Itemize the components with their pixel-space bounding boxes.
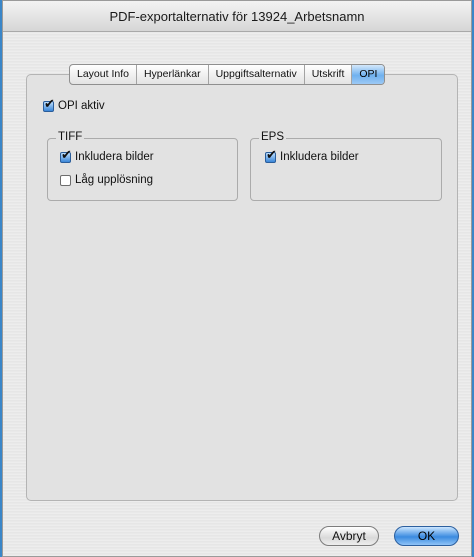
tiff-legend: TIFF <box>56 131 85 143</box>
tab-hyperlinks[interactable]: Hyperlänkar <box>137 65 209 84</box>
checkbox-unchecked-icon[interactable] <box>60 174 71 186</box>
tiff-low-res-checkbox[interactable]: Låg upplösning <box>60 174 153 186</box>
opi-active-checkbox[interactable]: ✔ OPI aktiv <box>43 97 105 112</box>
checkbox-checked-icon[interactable]: ✔ <box>43 97 55 112</box>
tiff-low-res-label: Låg upplösning <box>75 174 154 186</box>
tiff-include-images-checkbox[interactable]: ✔ Inkludera bilder <box>60 148 154 163</box>
cancel-button[interactable]: Avbryt <box>319 526 379 546</box>
window-title: PDF-exportalternativ för 13924_Arbetsnam… <box>3 1 471 32</box>
tab-layout-info[interactable]: Layout Info <box>70 65 137 84</box>
tiff-include-images-label: Inkludera bilder <box>75 151 154 163</box>
eps-include-images-label: Inkludera bilder <box>280 151 359 163</box>
tab-opi[interactable]: OPI <box>352 65 385 84</box>
checkbox-checked-icon[interactable]: ✔ <box>60 148 72 163</box>
eps-legend: EPS <box>259 131 287 143</box>
eps-group: EPS <box>250 131 442 201</box>
tab-job-options[interactable]: Uppgiftsalternativ <box>209 65 305 84</box>
export-dialog-window: PDF-exportalternativ för 13924_Arbetsnam… <box>2 0 472 557</box>
tab-bar: Layout Info Hyperlänkar Uppgiftsalternat… <box>69 64 386 85</box>
opi-active-label: OPI aktiv <box>58 100 105 112</box>
checkbox-checked-icon[interactable]: ✔ <box>265 148 277 163</box>
tiff-group: TIFF <box>47 131 238 201</box>
eps-include-images-checkbox[interactable]: ✔ Inkludera bilder <box>265 148 359 163</box>
tab-output[interactable]: Utskrift <box>305 65 353 84</box>
ok-button[interactable]: OK <box>394 526 459 546</box>
